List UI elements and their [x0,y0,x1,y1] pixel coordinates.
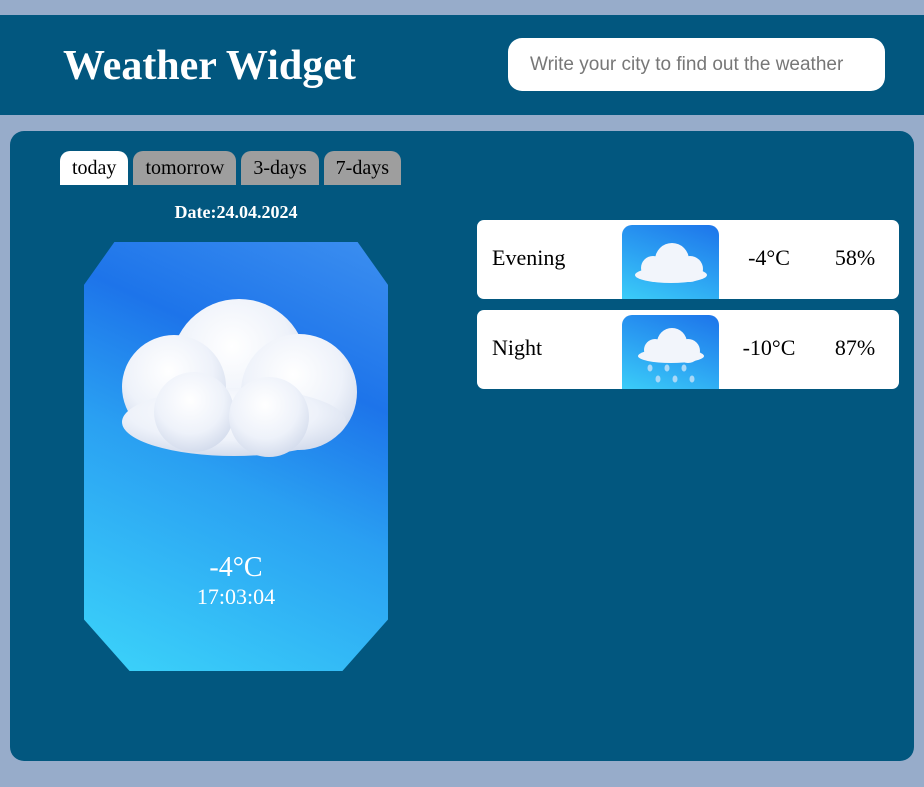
app-header: Weather Widget [0,15,924,115]
cloud-icon [122,299,357,457]
tab-tomorrow[interactable]: tomorrow [133,151,237,185]
period-humidity: 58% [834,245,876,270]
forecast-panel: today tomorrow 3-days 7-days Date:24.04.… [10,131,914,761]
forecast-date: Date:24.04.2024 [174,202,298,222]
forecast-tabs: today tomorrow 3-days 7-days [60,151,401,185]
period-humidity: 87% [834,335,876,360]
period-row-night: Night -10°C 87% [477,310,899,389]
period-temperature: -10°C [742,335,796,360]
tab-today[interactable]: today [60,151,129,185]
current-weather-card: -4°C 17:03:04 [84,242,388,671]
city-search-input[interactable] [508,38,885,91]
current-temperature: -4°C [209,552,263,583]
cloud-icon [622,225,719,299]
period-row-evening: Evening -4°C 58% [477,220,899,299]
tab-3-days[interactable]: 3-days [241,151,319,185]
period-name: Night [492,335,543,360]
tab-7-days[interactable]: 7-days [323,151,401,185]
current-time: 17:03:04 [196,584,276,609]
rain-cloud-icon [622,315,719,389]
period-temperature: -4°C [748,245,790,270]
app-title: Weather Widget [63,43,356,89]
period-name: Evening [492,245,566,270]
